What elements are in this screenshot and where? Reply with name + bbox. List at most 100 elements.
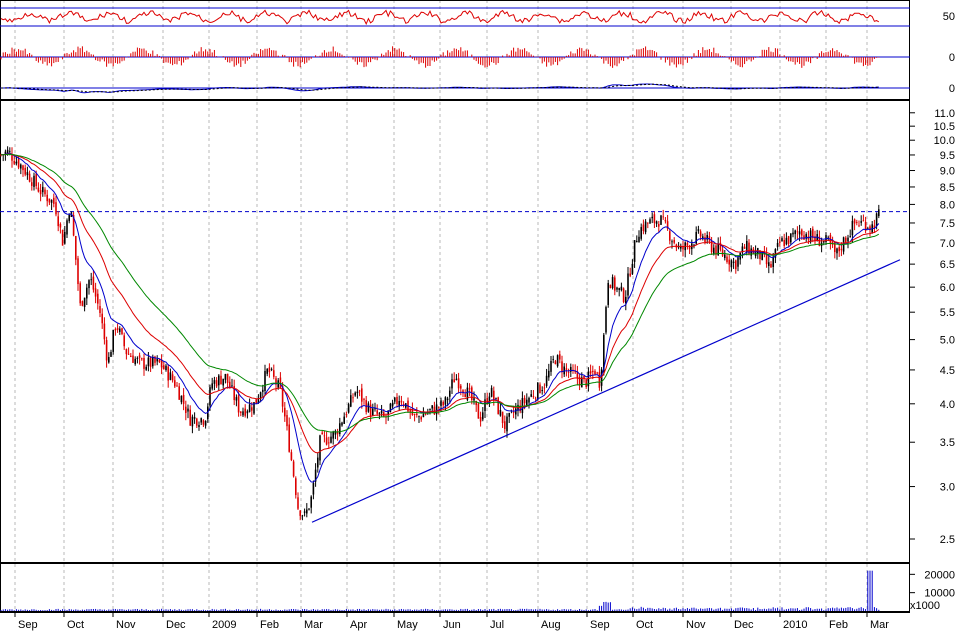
candle-body [270,369,273,370]
candle-body [301,515,304,517]
price-tick-label: 6.5 [940,259,955,271]
candle-body [319,435,321,461]
candle-body [125,348,128,355]
candle-body [325,437,328,445]
candle-body [537,382,539,400]
candle-body [768,262,770,267]
candle-body [464,394,466,398]
candle-body [655,221,658,224]
macd-panel: 0 [0,83,955,95]
candle-body [713,247,715,254]
candle-body [196,418,198,426]
candle-body [561,361,563,372]
price-tick-label: 8.0 [940,199,955,211]
candle-body [504,421,506,429]
candle-body [108,356,110,363]
candle-body [321,432,323,435]
candle-body [508,412,510,417]
candle-body [378,412,381,414]
candle-body [273,370,275,377]
panel-frames [0,0,910,613]
candle-body [358,390,361,392]
price-tick-label: 4.5 [940,365,955,377]
candle-body [90,279,92,281]
candle-body [317,457,319,468]
candle-body [367,403,370,412]
candle-body [622,288,625,302]
candle-body [28,173,31,182]
candle-body [394,397,396,402]
candle-body [787,236,790,244]
candle-body [44,189,46,195]
candle-body [332,431,334,439]
candle-body [105,340,108,361]
candle-body [860,221,862,223]
candle-body [673,240,675,243]
candle-body [24,167,26,175]
x-tick-label: Aug [541,619,561,631]
volume-tick-label: 10000 [924,588,955,600]
candle-body [662,216,664,218]
candle-body [781,238,783,242]
candle-body [548,370,550,378]
candle-body [39,190,42,195]
candle-body [46,194,48,202]
candle-body [424,413,427,415]
candle-body [473,398,475,401]
candle-body [400,400,403,403]
candle-body [312,483,315,495]
candle-body [539,384,541,394]
candle-body [497,397,499,415]
x-tick-label: Jul [490,619,504,631]
volume-tick-label: 20000 [924,569,955,581]
candle-body [343,416,345,424]
candle-body [57,216,59,227]
candle-body [53,197,55,204]
candle-body [565,368,568,370]
candle-body [17,158,20,168]
candle-body [482,412,484,420]
candle-body [438,406,440,408]
candle-body [660,215,662,225]
candle-body [636,240,638,243]
candle-body [611,277,614,288]
candle-body [374,408,376,410]
candle-body [515,408,517,415]
x-tick-label: Dec [166,619,186,631]
candle-body [457,378,460,389]
candle-body [585,379,587,387]
price-tick-label: 3.0 [940,482,955,494]
candle-body [303,511,306,513]
candle-body [240,411,242,413]
candle-body [418,416,420,418]
candle-body [116,327,119,331]
candle-body [618,288,620,290]
candle-body [123,335,125,347]
candle-body [99,306,101,314]
candle-body [856,221,858,223]
candle-body [180,395,183,403]
candle-body [149,357,152,367]
candle-body [20,164,22,169]
candle-body [94,288,97,297]
trendline [311,259,901,523]
candle-body [765,254,768,265]
candle-body [237,395,240,413]
candle-body [308,508,310,510]
candle-body [15,161,18,164]
volume-unit-label: x1000 [910,600,940,612]
candle-body [420,417,422,420]
candle-body [350,395,352,407]
candle-body [849,236,851,238]
candle-body [191,416,194,427]
x-tick-label: Oct [636,619,653,631]
candle-body [396,397,398,404]
candle-body [715,245,717,255]
price-tick-label: 8.5 [940,182,955,194]
candle-body [79,283,81,304]
x-tick-label: Feb [829,619,848,631]
candle-body [801,229,803,236]
candle-body [589,371,592,374]
candle-body [484,399,486,411]
candle-body [530,394,532,397]
